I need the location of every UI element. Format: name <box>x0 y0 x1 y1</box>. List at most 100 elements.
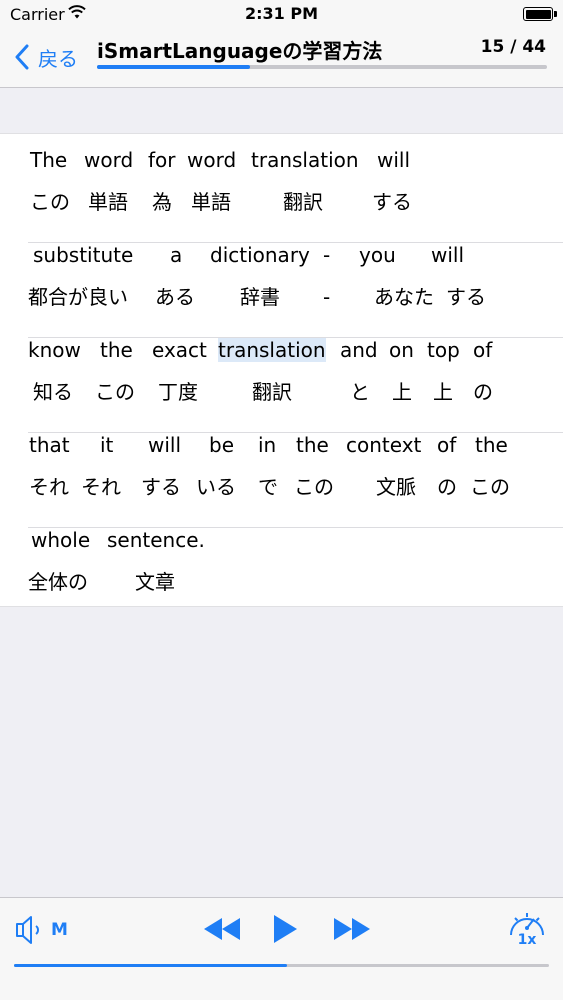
word-token[interactable]: you あなた <box>359 243 434 309</box>
fast-forward-button[interactable] <box>333 914 371 944</box>
page-title: iSmartLanguageの学習方法 <box>97 39 383 63</box>
back-button[interactable]: 戻る <box>14 39 78 75</box>
word-token[interactable]: whole 全体の <box>28 528 90 594</box>
japanese-word: 単語 <box>88 190 128 214</box>
english-word: word <box>187 148 237 172</box>
english-word: in <box>258 433 277 457</box>
japanese-word: この <box>30 190 70 214</box>
fast-forward-icon <box>334 918 370 940</box>
word-token[interactable]: the この <box>95 338 135 404</box>
japanese-word: 翻訳 <box>283 190 323 214</box>
japanese-word: この <box>470 475 510 499</box>
playback-progress-fill <box>14 964 287 967</box>
speaker-icon <box>16 916 39 944</box>
status-time: 2:31 PM <box>244 4 318 23</box>
word-token[interactable]: for 為 <box>148 148 176 214</box>
word-token[interactable]: sentence. 文章 <box>107 528 205 594</box>
word-token[interactable]: on 上 <box>389 338 414 404</box>
english-word: the <box>475 433 508 457</box>
page-counter: 15 / 44 <box>480 37 546 57</box>
word-token[interactable]: word 単語 <box>84 148 133 214</box>
word-token[interactable]: top 上 <box>427 338 460 404</box>
word-token[interactable]: and と <box>340 338 378 404</box>
english-word: word <box>84 148 134 172</box>
japanese-word: 辞書 <box>240 285 280 309</box>
english-word: dictionary <box>210 243 310 267</box>
word-token[interactable]: word 単語 <box>187 148 236 214</box>
japanese-word: - <box>323 285 331 309</box>
japanese-word: の <box>473 380 493 404</box>
japanese-word: それ <box>29 475 69 499</box>
japanese-word: 文章 <box>135 570 175 594</box>
volume-button[interactable]: M <box>14 912 70 948</box>
playback-progress-bar[interactable] <box>14 964 549 967</box>
word-token-selected[interactable]: translation 翻訳 <box>218 338 326 404</box>
japanese-word: 都合が良い <box>28 285 128 309</box>
word-token[interactable]: be いる <box>196 433 236 499</box>
english-word: substitute <box>33 243 134 267</box>
playback-speed-button[interactable]: 1x <box>505 908 549 952</box>
japanese-word: 翻訳 <box>252 380 292 404</box>
play-button[interactable] <box>271 912 299 946</box>
volume-mode-label: M <box>51 920 68 940</box>
english-word: for <box>148 148 176 172</box>
english-word: the <box>100 338 133 362</box>
japanese-word: それ <box>81 475 121 499</box>
word-token[interactable]: of の <box>437 433 457 499</box>
word-token[interactable]: -- <box>323 243 330 309</box>
english-word: context <box>346 433 422 457</box>
japanese-word: する <box>372 190 412 214</box>
word-token[interactable]: will する <box>431 243 486 309</box>
lesson-progress-bar <box>97 65 547 69</box>
word-token[interactable]: the この <box>294 433 334 499</box>
word-token[interactable]: know 知る <box>28 338 81 404</box>
text-line: that それ it それ will する be いる in で the この context 文脈 of の… <box>0 433 563 528</box>
japanese-word: 知る <box>33 380 73 404</box>
japanese-word: いる <box>196 475 236 499</box>
japanese-word: 全体の <box>28 570 88 594</box>
word-token[interactable]: substitute 都合が良い <box>28 243 134 309</box>
word-token[interactable]: the この <box>470 433 510 499</box>
japanese-word: する <box>141 475 181 499</box>
rewind-button[interactable] <box>203 914 241 944</box>
speed-label: 1x <box>517 932 537 948</box>
english-word: of <box>437 433 457 457</box>
english-word: top <box>427 338 460 362</box>
english-word: the <box>296 433 329 457</box>
japanese-word: 為 <box>152 190 172 214</box>
japanese-word: の <box>437 475 457 499</box>
word-token[interactable]: translation 翻訳 <box>251 148 359 214</box>
word-token[interactable]: The この <box>30 148 70 214</box>
english-word: that <box>29 433 70 457</box>
word-token[interactable]: of の <box>473 338 493 404</box>
word-token[interactable]: it それ <box>81 433 121 499</box>
japanese-word: 単語 <box>191 190 231 214</box>
word-token[interactable]: in で <box>258 433 278 499</box>
japanese-word: 上 <box>392 380 412 404</box>
english-word: translation <box>218 338 326 362</box>
english-word: it <box>100 433 114 457</box>
japanese-word: 丁度 <box>158 380 198 404</box>
text-line: know 知る the この exact 丁度 translation 翻訳 and と on 上 to… <box>0 338 563 433</box>
word-token[interactable]: a ある <box>155 243 195 309</box>
word-token[interactable]: will する <box>372 148 412 214</box>
word-token[interactable]: context 文脈 <box>346 433 421 499</box>
japanese-word: と <box>350 380 370 404</box>
english-word: you <box>359 243 396 267</box>
english-word: will <box>431 243 465 267</box>
word-token[interactable]: dictionary 辞書 <box>210 243 310 309</box>
rewind-icon <box>204 918 240 940</box>
english-word: will <box>148 433 182 457</box>
japanese-word: この <box>95 380 135 404</box>
word-token[interactable]: will する <box>141 433 182 499</box>
text-line: The この word 単語 for 為 word 単語 translation 翻訳 will する <box>0 148 563 243</box>
navigation-bar: 戻る iSmartLanguageの学習方法 15 / 44 <box>0 30 563 88</box>
japanese-word: 文脈 <box>376 475 416 499</box>
audio-player: M 1x <box>0 897 563 1000</box>
word-token[interactable]: that それ <box>29 433 70 499</box>
word-token[interactable]: exact 丁度 <box>152 338 207 404</box>
japanese-word: ある <box>155 285 195 309</box>
english-word: will <box>377 148 411 172</box>
english-word: know <box>28 338 81 362</box>
text-line: substitute 都合が良い a ある dictionary 辞書 - - you あなた wi… <box>0 243 563 338</box>
